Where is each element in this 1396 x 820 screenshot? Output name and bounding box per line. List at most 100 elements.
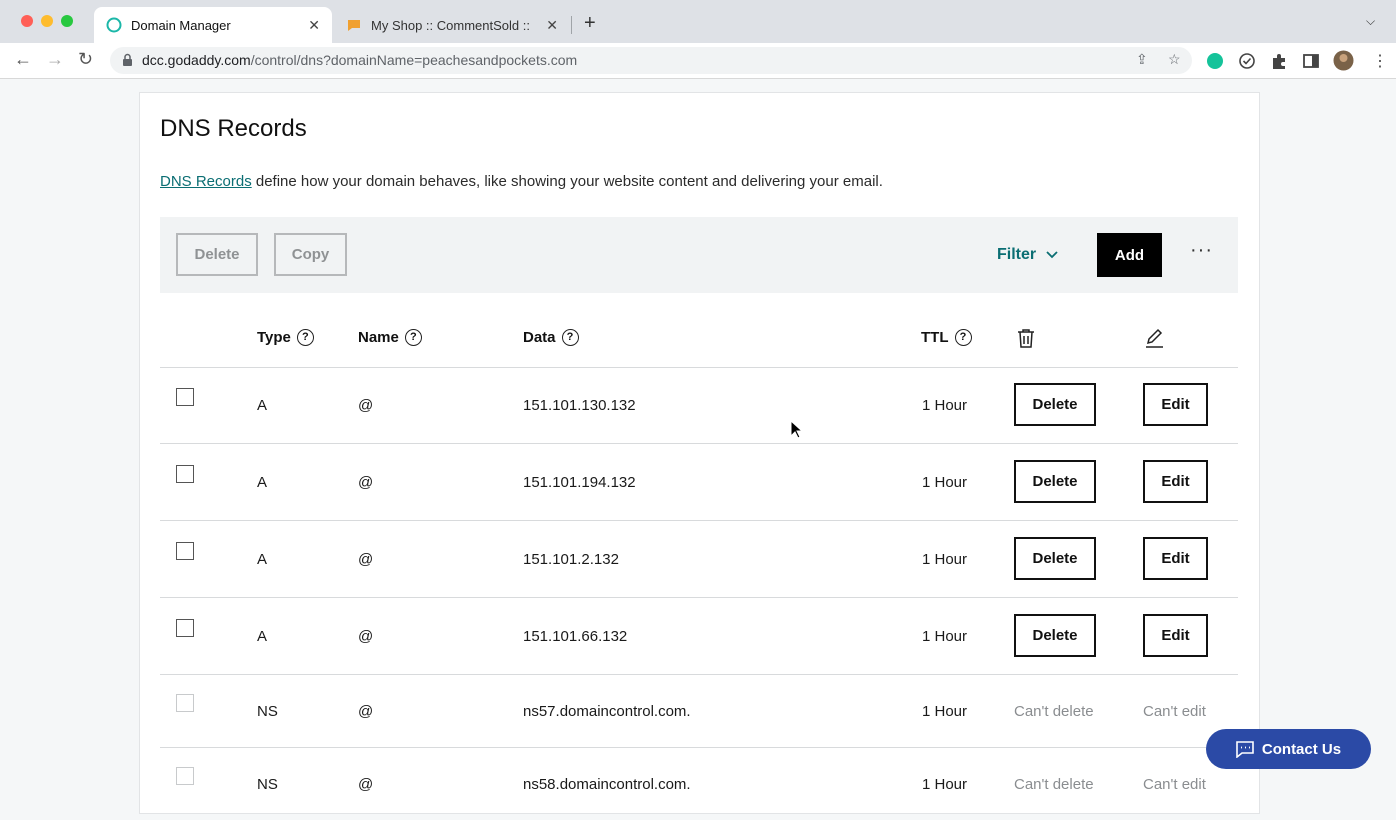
page-title: DNS Records <box>160 115 307 142</box>
address-bar[interactable]: dcc.godaddy.com/control/dns?domainName=p… <box>110 47 1192 74</box>
record-data: 151.101.2.132 <box>523 551 619 568</box>
trash-icon <box>1018 329 1034 348</box>
bulk-copy-button[interactable]: Copy <box>274 233 347 276</box>
table-row: A @ 151.101.66.132 1 Hour Delete Edit <box>160 598 1238 675</box>
records-toolbar: Delete Copy Filter Add ··· <box>160 217 1238 293</box>
help-question-icon[interactable]: ? <box>296 329 314 346</box>
record-ttl: 1 Hour <box>922 776 968 793</box>
browser-tab-bar: Domain Manager ✕ My Shop :: CommentSold … <box>0 0 1396 43</box>
filter-label: Filter <box>997 246 1037 263</box>
browser-menu-icon[interactable]: ⋮ <box>1372 51 1388 71</box>
url-host: dcc.godaddy.com <box>142 52 251 68</box>
col-name: Name? <box>358 329 422 346</box>
record-name: @ <box>358 703 374 720</box>
col-type-label: Type <box>257 329 291 346</box>
dns-records-card: DNS Records DNS Records define how your … <box>139 92 1260 814</box>
url-text: dcc.godaddy.com/control/dns?domainName=p… <box>142 52 577 68</box>
col-data-label: Data <box>523 329 556 346</box>
edit-record-button[interactable]: Edit <box>1143 614 1208 657</box>
godaddy-icon <box>106 17 122 33</box>
lock-icon <box>123 53 132 66</box>
record-data: ns58.domaincontrol.com. <box>523 776 691 793</box>
delete-record-button[interactable]: Delete <box>1014 614 1096 657</box>
edit-record-button[interactable]: Edit <box>1143 537 1208 580</box>
record-ttl: 1 Hour <box>922 551 968 568</box>
row-checkbox[interactable] <box>176 465 194 483</box>
delete-record-button[interactable]: Delete <box>1014 460 1096 503</box>
side-panel-icon[interactable] <box>1302 52 1320 70</box>
record-name: @ <box>358 474 374 491</box>
record-type: A <box>257 628 268 645</box>
row-checkbox[interactable] <box>176 619 194 637</box>
col-name-label: Name <box>358 329 399 346</box>
row-checkbox[interactable] <box>176 388 194 406</box>
tab-domain-manager[interactable]: Domain Manager ✕ <box>94 7 332 43</box>
contact-us-button[interactable]: Contact Us <box>1206 729 1371 769</box>
tab-title: My Shop :: CommentSold :: <box>371 17 530 33</box>
close-tab-icon[interactable]: ✕ <box>546 17 558 34</box>
col-ttl-label: TTL <box>921 329 949 346</box>
help-question-icon[interactable]: ? <box>954 329 972 346</box>
back-arrow-icon[interactable]: ← <box>14 49 32 70</box>
record-ttl: 1 Hour <box>922 474 968 491</box>
tab-commentsold[interactable]: My Shop :: CommentSold :: ✕ <box>334 7 570 43</box>
table-row: A @ 151.101.194.132 1 Hour Delete Edit <box>160 444 1238 521</box>
table-row: NS @ ns58.domaincontrol.com. 1 Hour Can'… <box>160 748 1238 820</box>
close-window-button[interactable] <box>21 15 33 27</box>
record-name: @ <box>358 628 374 645</box>
profile-avatar[interactable] <box>1333 50 1354 71</box>
record-type: NS <box>257 776 278 793</box>
delete-record-button[interactable]: Delete <box>1014 537 1096 580</box>
minimize-window-button[interactable] <box>41 15 53 27</box>
table-header: Type? Name? Data? TTL? <box>160 313 1238 368</box>
record-type: NS <box>257 703 278 720</box>
record-type: A <box>257 397 268 414</box>
maximize-window-button[interactable] <box>61 15 73 27</box>
help-question-icon[interactable]: ? <box>404 329 422 346</box>
record-data: 151.101.194.132 <box>523 474 636 491</box>
col-type: Type? <box>257 329 314 346</box>
add-record-button[interactable]: Add <box>1097 233 1162 277</box>
share-icon[interactable]: ⇪ <box>1136 51 1148 68</box>
record-ttl: 1 Hour <box>922 628 968 645</box>
help-question-icon[interactable]: ? <box>561 329 579 346</box>
url-path: /control/dns?domainName=peachesandpocket… <box>250 52 578 68</box>
row-checkbox-disabled <box>176 694 194 712</box>
record-data: 151.101.130.132 <box>523 397 636 414</box>
contact-us-label: Contact Us <box>1261 740 1342 758</box>
record-ttl: 1 Hour <box>922 397 968 414</box>
pencil-edit-icon <box>1146 328 1163 348</box>
close-tab-icon[interactable]: ✕ <box>308 17 320 34</box>
record-data: 151.101.66.132 <box>523 628 628 645</box>
table-row: A @ 151.101.130.132 1 Hour Delete Edit <box>160 367 1238 444</box>
reload-icon[interactable]: ↻ <box>78 49 93 70</box>
bookmark-star-icon[interactable]: ☆ <box>1168 51 1181 68</box>
tab-title: Domain Manager <box>131 17 231 33</box>
delete-record-button[interactable]: Delete <box>1014 383 1096 426</box>
chat-bubble-icon <box>1236 740 1254 758</box>
record-name: @ <box>358 397 374 414</box>
cant-delete-text: Can't delete <box>1014 703 1094 720</box>
check-circle-icon[interactable] <box>1238 52 1256 70</box>
new-tab-icon[interactable]: + <box>584 12 596 35</box>
record-ttl: 1 Hour <box>922 703 968 720</box>
grammarly-icon[interactable] <box>1206 52 1224 70</box>
record-data: ns57.domaincontrol.com. <box>523 703 691 720</box>
page-description: DNS Records define how your domain behav… <box>160 173 883 190</box>
edit-record-button[interactable]: Edit <box>1143 460 1208 503</box>
col-data: Data? <box>523 329 579 346</box>
row-checkbox[interactable] <box>176 542 194 560</box>
extensions-puzzle-icon[interactable] <box>1270 52 1288 70</box>
forward-arrow-icon[interactable]: → <box>46 49 64 70</box>
more-options-icon[interactable]: ··· <box>1190 239 1213 262</box>
cant-edit-text: Can't edit <box>1143 776 1206 793</box>
tab-search-chevron-icon[interactable]: ⌵ <box>1366 14 1375 29</box>
filter-dropdown[interactable]: Filter <box>997 246 1058 264</box>
bulk-delete-button[interactable]: Delete <box>176 233 258 276</box>
edit-record-button[interactable]: Edit <box>1143 383 1208 426</box>
row-checkbox-disabled <box>176 767 194 785</box>
mouse-cursor-icon <box>790 420 802 439</box>
record-type: A <box>257 551 268 568</box>
col-ttl: TTL? <box>921 329 972 346</box>
dns-records-link[interactable]: DNS Records <box>160 173 252 190</box>
